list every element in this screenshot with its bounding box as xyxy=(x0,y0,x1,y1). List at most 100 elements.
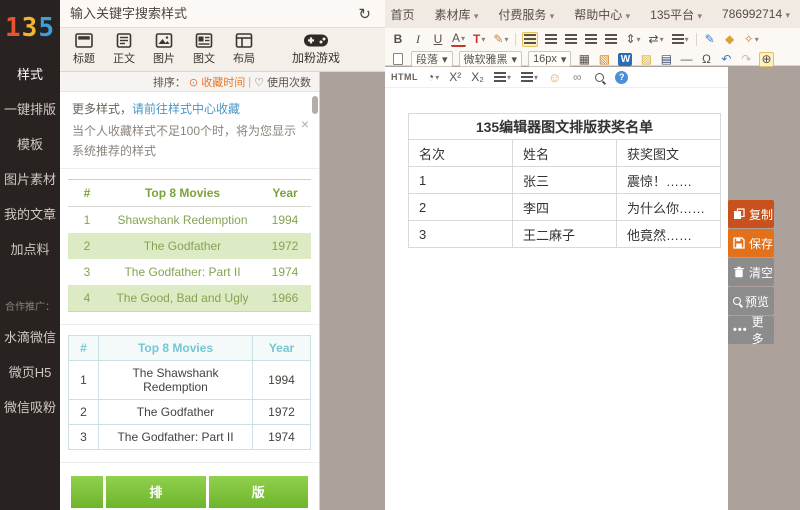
nav-paid-services[interactable]: 付费服务 ▾ xyxy=(498,6,554,23)
indent-button[interactable] xyxy=(604,32,618,47)
paragraph-select[interactable]: 段落▾ xyxy=(411,51,453,67)
sidebar-item-weiye-h5[interactable]: 微页H5 xyxy=(0,354,60,389)
clear-button[interactable]: 清空 xyxy=(728,258,774,286)
save-button[interactable]: 保存 xyxy=(728,229,774,257)
preview-button[interactable]: 预览 xyxy=(728,287,774,315)
new-document-button[interactable] xyxy=(391,52,405,67)
close-icon[interactable]: × xyxy=(301,116,309,132)
sidebar-item-styles[interactable]: 样式 xyxy=(0,56,60,91)
search-icon xyxy=(595,73,604,82)
style-center-link[interactable]: 请前往样式中心收藏 xyxy=(132,102,240,116)
magic-format-button[interactable]: ✧▾ xyxy=(743,32,760,47)
sidebar-item-extras[interactable]: 加点料 xyxy=(0,231,60,266)
app-logo[interactable]: 135 xyxy=(0,0,60,56)
sidebar: 135 样式 一键排版 模板 图片素材 我的文章 加点料 合作推广： 水滴微信 … xyxy=(0,0,60,510)
editor-content-area[interactable]: 135编辑器图文排版获奖名单 名次 姓名 获奖图文 1张三震惊！…… 2李四为什… xyxy=(385,88,728,510)
category-label: 标题 xyxy=(73,50,95,66)
notice-body: 当个人收藏样式不足100个时，将为您显示系统推荐的样式 xyxy=(72,121,300,162)
fullscreen-button[interactable]: ⊕ xyxy=(759,52,773,67)
heading-icon xyxy=(75,33,93,48)
sidebar-item-my-articles[interactable]: 我的文章 xyxy=(0,196,60,231)
text-style-button[interactable]: T▾ xyxy=(472,32,486,47)
ordered-list-button[interactable]: ▾ xyxy=(493,70,512,85)
italic-button[interactable]: I xyxy=(411,32,425,47)
sidebar-item-image-assets[interactable]: 图片素材 xyxy=(0,161,60,196)
superscript-button[interactable]: X² xyxy=(448,70,462,85)
category-label: 图文 xyxy=(193,50,215,66)
letter-spacing-icon: ⇄ xyxy=(649,32,659,46)
insert-video-button[interactable]: ▤ xyxy=(659,52,673,67)
unordered-list-button[interactable]: ▾ xyxy=(520,70,539,85)
category-image[interactable]: 图片 xyxy=(144,33,184,66)
nav-material-library[interactable]: 素材库 ▾ xyxy=(434,6,478,23)
unordered-list-icon xyxy=(521,72,533,82)
font-family-select[interactable]: 微软雅黑▾ xyxy=(459,51,523,67)
link-button[interactable]: ∞ xyxy=(570,70,584,85)
table-title: 135编辑器图文排版获奖名单 xyxy=(409,114,721,140)
logo-digit: 1 xyxy=(5,13,22,43)
font-size-select[interactable]: 16px▾ xyxy=(528,51,571,67)
sort-by-favorite-time[interactable]: ⊙ 收藏时间 xyxy=(189,74,245,90)
sidebar-item-weixin-fans[interactable]: 微信吸粉 xyxy=(0,389,60,424)
editor-toolbar: B I U A▾ T▾ ✎▾ ⇕▾ ⇄▾ ▾ ✎ ◆ ✧▾ 段落▾ 微软雅黑▾ … xyxy=(385,28,800,66)
html-source-button[interactable]: HTML xyxy=(391,72,418,82)
ellipsis-icon: ••• xyxy=(733,324,748,336)
sidebar-item-one-click-layout[interactable]: 一键排版 xyxy=(0,91,60,126)
toolbar-divider xyxy=(515,33,516,46)
history-button[interactable]: ◔▾ xyxy=(426,70,440,85)
refresh-icon[interactable]: ↻ xyxy=(354,5,375,23)
style-card-green-table[interactable]: # Top 8 Movies Year 1Shawshank Redemptio… xyxy=(60,169,319,325)
category-body-text[interactable]: 正文 xyxy=(104,33,144,66)
sidebar-item-shuidi-weixin[interactable]: 水滴微信 xyxy=(0,319,60,354)
undo-button[interactable]: ↶ xyxy=(719,52,733,67)
table-row: 1张三震惊！…… xyxy=(409,167,721,194)
column-header xyxy=(71,476,103,508)
help-button[interactable]: ? xyxy=(614,70,629,85)
find-replace-button[interactable] xyxy=(592,70,606,85)
award-table[interactable]: 135编辑器图文排版获奖名单 名次 姓名 获奖图文 1张三震惊！…… 2李四为什… xyxy=(408,113,721,248)
line-height-button[interactable]: ⇕▾ xyxy=(624,32,641,47)
category-layout[interactable]: 布局 xyxy=(224,33,264,66)
subscript-button[interactable]: X₂ xyxy=(470,70,485,85)
search-input[interactable] xyxy=(70,6,354,21)
category-image-text[interactable]: 图文 xyxy=(184,33,224,66)
horizontal-rule-button[interactable]: — xyxy=(679,52,693,67)
nav-user-account[interactable]: 786992714 ▾ xyxy=(722,7,790,21)
format-painter-button[interactable]: ✎ xyxy=(703,32,717,47)
insert-picture-button[interactable]: ▨ xyxy=(639,52,653,67)
upload-image-button[interactable]: ▧ xyxy=(597,52,611,67)
bold-button[interactable]: B xyxy=(391,32,405,47)
nav-135-platform[interactable]: 135平台 ▾ xyxy=(650,6,702,23)
special-char-button[interactable]: Ω xyxy=(699,52,713,67)
category-heading[interactable]: 标题 xyxy=(64,33,104,66)
nav-home[interactable]: 首页 xyxy=(390,6,414,23)
redo-button[interactable]: ↷ xyxy=(739,52,753,67)
sidebar-item-templates[interactable]: 模板 xyxy=(0,126,60,161)
chevron-down-icon: ▾ xyxy=(550,11,555,21)
gamepad-icon xyxy=(303,33,329,48)
font-color-button[interactable]: A▾ xyxy=(451,32,466,47)
emoji-button[interactable]: ☺ xyxy=(547,70,562,85)
align-center-button[interactable] xyxy=(544,32,558,47)
align-justify-button[interactable] xyxy=(584,32,598,47)
import-word-button[interactable]: W xyxy=(617,52,633,67)
sort-by-usage-count[interactable]: ♡ 使用次数 xyxy=(254,74,311,90)
align-right-button[interactable] xyxy=(564,32,578,47)
insert-table-button[interactable]: ▦ xyxy=(577,52,591,67)
clear-format-button[interactable]: ◆ xyxy=(723,32,737,47)
align-left-button[interactable] xyxy=(522,32,538,47)
style-card-green-grid[interactable]: 排 版 1freefree 2freefree 3freefree xyxy=(60,463,319,510)
top-navigation: 首页 素材库 ▾ 付费服务 ▾ 帮助中心 ▾ 135平台 ▾ 786992714… xyxy=(385,0,800,28)
logo-digit: 5 xyxy=(38,13,55,43)
nav-help-center[interactable]: 帮助中心 ▾ xyxy=(574,6,630,23)
more-button[interactable]: ••• 更多 xyxy=(728,316,774,344)
list-style-button[interactable]: ▾ xyxy=(671,32,690,47)
underline-button[interactable]: U xyxy=(431,32,445,47)
letter-spacing-button[interactable]: ⇄▾ xyxy=(648,32,665,47)
column-header: Year xyxy=(253,335,311,360)
fan-game-button[interactable]: 加粉游戏 xyxy=(292,33,340,66)
category-label: 正文 xyxy=(113,50,135,66)
copy-button[interactable]: 复制 xyxy=(728,200,774,228)
style-card-blue-table[interactable]: # Top 8 Movies Year 1The Shawshank Redem… xyxy=(60,325,319,463)
highlight-brush-button[interactable]: ✎▾ xyxy=(492,32,509,47)
